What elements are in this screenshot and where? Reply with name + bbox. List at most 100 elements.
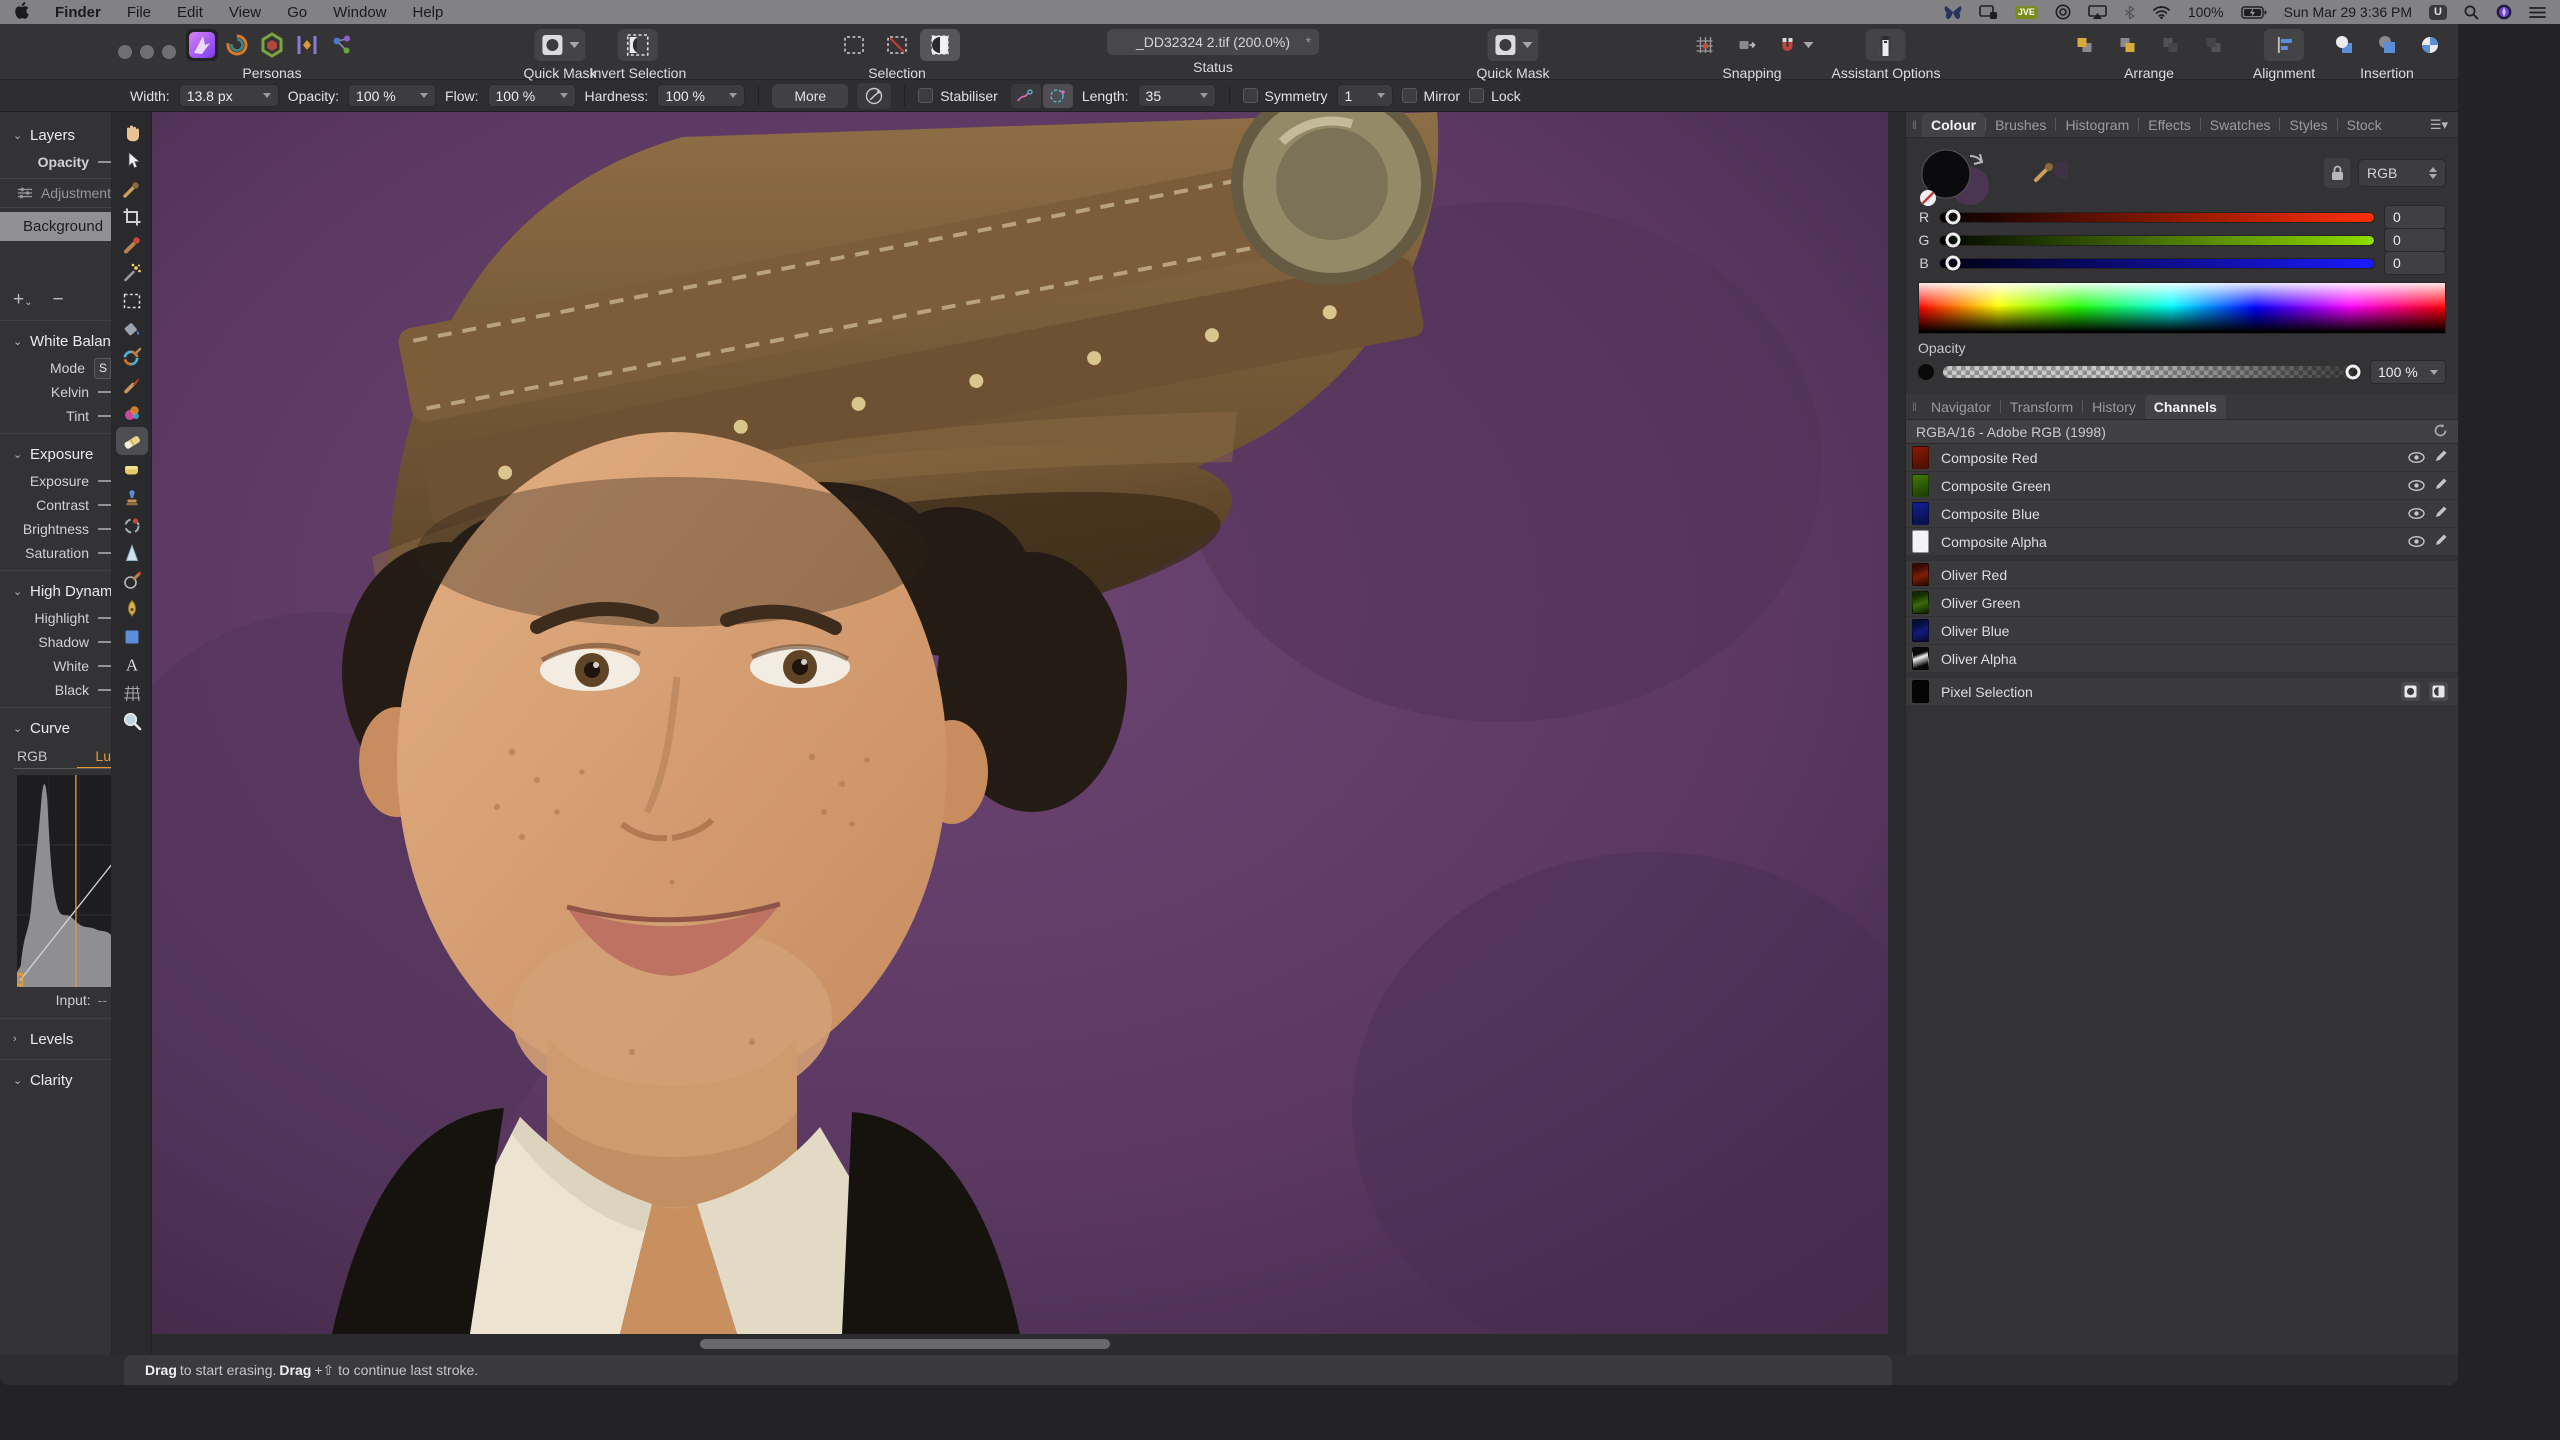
colour-spectrum-picker[interactable] — [1918, 282, 2446, 334]
panel-grip-icon[interactable]: ‖ — [1912, 400, 1918, 414]
clarity-section-header[interactable]: ⌄ Clarity — [0, 1065, 111, 1095]
mirror-toggle[interactable]: Mirror — [1402, 88, 1461, 104]
jve-badge[interactable]: JVE — [2015, 6, 2038, 19]
snapping-magnet-button[interactable] — [1771, 29, 1820, 61]
wb-mode-dropdown[interactable]: S — [94, 358, 111, 379]
snapping-dropdown-caret[interactable] — [1804, 42, 1814, 48]
tab-styles[interactable]: Styles — [2280, 113, 2336, 137]
levels-section-header[interactable]: › Levels — [0, 1024, 111, 1054]
pen-tool[interactable] — [116, 595, 148, 623]
lock-checkbox[interactable] — [1469, 88, 1484, 103]
rope-stabiliser-button[interactable] — [1011, 84, 1041, 108]
opacity-slider-knob[interactable] — [2345, 365, 2360, 380]
move-to-back-button[interactable] — [2194, 29, 2234, 61]
snapping-move-button[interactable] — [1728, 29, 1768, 61]
sharpen-tool[interactable] — [116, 539, 148, 567]
horizontal-scrollbar-thumb[interactable] — [700, 1339, 1110, 1349]
shadow-slider-stub[interactable] — [98, 641, 111, 643]
colour-picker-tool[interactable] — [116, 175, 148, 203]
clone-stamp-tool[interactable] — [116, 483, 148, 511]
active-app-menu[interactable]: Finder — [55, 4, 101, 21]
curve-section-header[interactable]: ⌄ Curve — [0, 713, 111, 743]
move-backward-button[interactable] — [2151, 29, 2191, 61]
menu-window[interactable]: Window — [333, 4, 386, 21]
colour-wells[interactable] — [1918, 148, 2068, 206]
green-value-box[interactable]: 0 — [2384, 228, 2446, 252]
airplay-icon[interactable] — [2088, 5, 2107, 20]
liquify-persona-button[interactable] — [221, 29, 253, 61]
tab-histogram[interactable]: Histogram — [2056, 113, 2138, 137]
tab-transform[interactable]: Transform — [2001, 395, 2082, 419]
document-status-pill[interactable]: _DD32324 2.tif (200.0%) * — [1107, 29, 1319, 55]
marquee-tool[interactable] — [116, 287, 148, 315]
width-field[interactable]: 13.8 px — [179, 84, 279, 107]
red-value-box[interactable]: 0 — [2384, 205, 2446, 229]
opacity-slider-track[interactable] — [1943, 366, 2361, 378]
hardness-field[interactable]: 100 % — [657, 84, 745, 107]
tab-history[interactable]: History — [2083, 395, 2145, 419]
editable-pencil-icon[interactable] — [2434, 449, 2448, 466]
wifi-icon[interactable] — [2152, 5, 2171, 19]
editable-pencil-icon[interactable] — [2434, 477, 2448, 494]
opacity-slider-stub[interactable] — [98, 161, 111, 163]
blue-slider-knob[interactable] — [1946, 256, 1961, 271]
invert-pixel-selection-button[interactable] — [920, 29, 960, 61]
alignment-button[interactable] — [2264, 29, 2304, 61]
photo-persona-button[interactable] — [186, 29, 218, 61]
exposure-section-header[interactable]: ⌄ Exposure — [0, 439, 111, 469]
black-slider-stub[interactable] — [98, 689, 111, 691]
white-slider-stub[interactable] — [98, 665, 111, 667]
channel-row-composite-blue[interactable]: Composite Blue — [1906, 500, 2458, 527]
highlight-slider-stub[interactable] — [98, 617, 111, 619]
zoom-tool[interactable] — [116, 707, 148, 735]
deselect-button[interactable] — [877, 29, 917, 61]
channel-row-oliver-alpha[interactable]: Oliver Alpha — [1906, 645, 2458, 672]
assistant-options-button[interactable] — [1866, 29, 1906, 61]
opacity-value-box[interactable]: 100 % — [2370, 360, 2446, 384]
panel-grip-icon[interactable]: ‖ — [1912, 118, 1918, 132]
visibility-eye-icon[interactable] — [2408, 450, 2425, 466]
saturation-slider-stub[interactable] — [98, 552, 111, 554]
selection-brush-tool[interactable] — [116, 231, 148, 259]
green-slider-knob[interactable] — [1946, 233, 1961, 248]
blue-value-box[interactable]: 0 — [2384, 251, 2446, 275]
menu-edit[interactable]: Edit — [177, 4, 203, 21]
text-tool[interactable]: A — [116, 651, 148, 679]
view-tool[interactable] — [116, 119, 148, 147]
move-forward-button[interactable] — [2108, 29, 2148, 61]
blue-slider-track[interactable] — [1939, 258, 2375, 269]
symmetry-toggle[interactable]: Symmetry — [1243, 88, 1328, 104]
channel-row-composite-alpha[interactable]: Composite Alpha — [1906, 528, 2458, 555]
quick-mask-button-2[interactable] — [1488, 29, 1539, 61]
background-erase-tool[interactable] — [116, 455, 148, 483]
menubar-clock[interactable]: Sun Mar 29 3:36 PM — [2284, 4, 2412, 20]
menu-go[interactable]: Go — [287, 4, 307, 21]
zoom-window-button[interactable] — [162, 45, 176, 59]
adjustment-button[interactable]: Adjustment — [0, 178, 111, 208]
shape-tool[interactable] — [116, 623, 148, 651]
symmetry-count-field[interactable]: 1 — [1337, 84, 1393, 107]
symmetry-checkbox[interactable] — [1243, 88, 1258, 103]
spotlight-icon[interactable] — [2464, 5, 2479, 20]
healing-brush-tool[interactable] — [116, 511, 148, 539]
quick-mask-dropdown-caret[interactable] — [570, 42, 580, 48]
export-persona-button[interactable] — [326, 29, 358, 61]
develop-persona-button[interactable] — [256, 29, 288, 61]
visibility-eye-icon[interactable] — [2408, 478, 2425, 494]
canvas-horizontal-scrollbar[interactable] — [152, 1334, 1905, 1355]
tab-effects[interactable]: Effects — [2139, 113, 2200, 137]
red-slider-track[interactable] — [1939, 212, 2375, 223]
window-stabiliser-button[interactable] — [1043, 84, 1073, 108]
tint-slider-stub[interactable] — [98, 415, 111, 417]
control-center-icon[interactable] — [2529, 6, 2546, 19]
apple-menu-icon[interactable] — [14, 2, 29, 23]
high-dynamic-section-header[interactable]: ⌄ High Dynamic — [0, 576, 111, 606]
paint-brush-tool[interactable] — [116, 371, 148, 399]
purple-app-icon[interactable] — [2496, 4, 2512, 20]
kelvin-slider-stub[interactable] — [98, 391, 111, 393]
lock-button[interactable] — [2324, 158, 2350, 188]
smudge-tool[interactable] — [116, 567, 148, 595]
colour-model-select[interactable]: RGB — [2358, 159, 2446, 187]
select-all-button[interactable] — [834, 29, 874, 61]
tab-navigator[interactable]: Navigator — [1922, 395, 2000, 419]
